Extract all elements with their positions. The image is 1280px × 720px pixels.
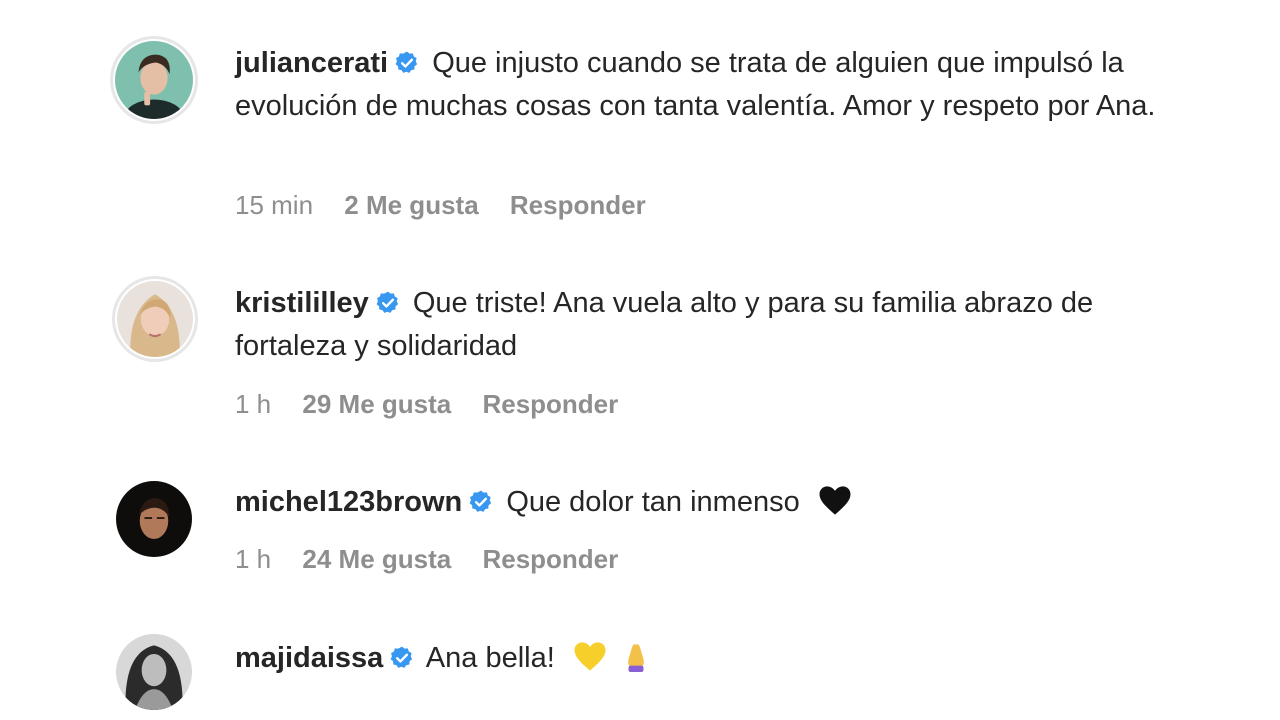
avatar-image — [116, 481, 192, 557]
reply-button[interactable]: Responder — [482, 544, 618, 574]
username[interactable]: juliancerati — [235, 47, 388, 79]
username[interactable]: michel123brown — [235, 486, 462, 518]
avatar[interactable] — [116, 634, 192, 710]
verified-badge-icon — [375, 290, 401, 316]
likes-count[interactable]: 29 Me gusta — [302, 389, 451, 419]
avatar-image — [117, 281, 193, 357]
comment-text: Ana bella! — [425, 642, 555, 674]
avatar[interactable] — [110, 36, 198, 124]
reply-button[interactable]: Responder — [482, 389, 618, 419]
avatar[interactable] — [112, 276, 198, 362]
avatar-image — [116, 634, 192, 710]
comment-body: majidaissa Ana bella! — [235, 637, 1175, 685]
comment-meta: 1 h 24 Me gusta Responder — [235, 544, 642, 575]
yellow-heart-icon — [573, 641, 607, 685]
praying-hands-icon — [623, 642, 649, 685]
likes-count[interactable]: 2 Me gusta — [344, 190, 478, 220]
avatar-image — [115, 41, 193, 119]
comment-body: kristililley Que triste! Ana vuela alto … — [235, 282, 1175, 368]
username[interactable]: kristililley — [235, 287, 369, 319]
username[interactable]: majidaissa — [235, 642, 383, 674]
black-heart-icon — [818, 485, 852, 529]
verified-badge-icon — [389, 645, 415, 671]
timestamp: 1 h — [235, 389, 272, 419]
timestamp: 1 h — [235, 544, 272, 574]
comment-item: juliancerati Que injusto cuando se trata… — [0, 0, 1280, 240]
comment-body: juliancerati Que injusto cuando se trata… — [235, 42, 1175, 128]
reply-button[interactable]: Responder — [510, 190, 646, 220]
comment-meta: 15 min 2 Me gusta Responder — [235, 190, 670, 221]
comment-meta: 1 h 29 Me gusta Responder — [235, 389, 642, 420]
timestamp: 15 min — [235, 190, 314, 220]
comment-body: michel123brown Que dolor tan inmenso — [235, 481, 1175, 529]
likes-count[interactable]: 24 Me gusta — [302, 544, 451, 574]
comment-text: Que dolor tan inmenso — [506, 486, 800, 518]
verified-badge-icon — [468, 489, 494, 515]
avatar[interactable] — [116, 481, 192, 557]
verified-badge-icon — [394, 50, 420, 76]
